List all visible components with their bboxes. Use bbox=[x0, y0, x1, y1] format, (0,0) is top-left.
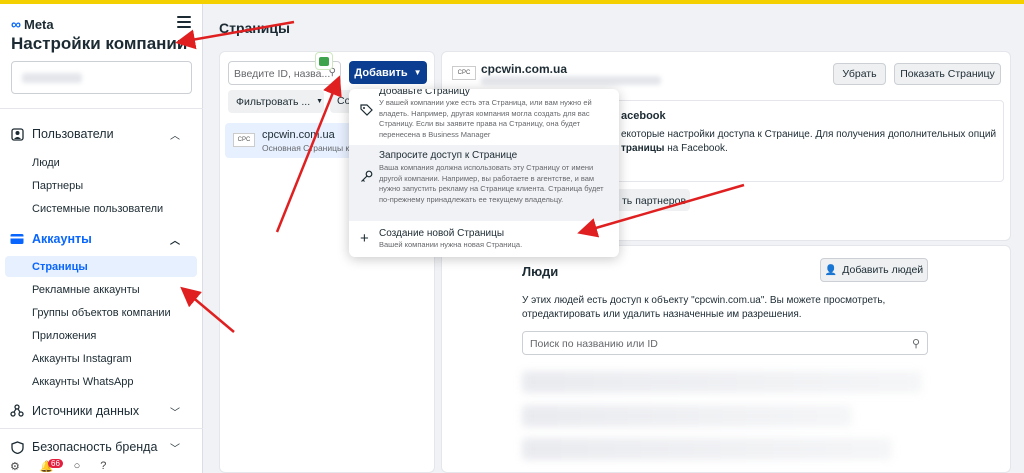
menu-item-title: Создание новой Страницы bbox=[379, 228, 505, 239]
add-button[interactable]: Добавить ▼ bbox=[349, 61, 427, 84]
people-title: Люди bbox=[522, 264, 559, 279]
show-page-button[interactable]: Показать Страницу bbox=[894, 63, 1001, 85]
search-icon[interactable]: ○ bbox=[74, 460, 81, 473]
sort-button[interactable]: Со bbox=[330, 90, 350, 113]
sidebar-item-people[interactable]: Люди bbox=[5, 152, 197, 173]
notification-badge: 66 bbox=[48, 459, 63, 468]
remove-button[interactable]: Убрать bbox=[833, 63, 886, 85]
table-row bbox=[522, 438, 892, 460]
accounts-icon bbox=[10, 232, 24, 246]
plus-icon: + bbox=[360, 230, 369, 247]
people-search-placeholder: Поиск по названию или ID bbox=[530, 338, 658, 350]
sidebar-item-ad-accounts[interactable]: Рекламные аккаунты bbox=[5, 279, 197, 300]
menu-item-description: Вашей компании нужна новая Страница. bbox=[379, 240, 523, 249]
menu-item-description: Ваша компания должна использовать эту Ст… bbox=[379, 163, 604, 204]
table-row bbox=[522, 371, 922, 393]
add-button-label: Добавить bbox=[354, 66, 408, 79]
divider bbox=[0, 428, 203, 429]
menu-item-title: Добавьте Страницу bbox=[379, 89, 470, 97]
page-title: Настройки компании bbox=[11, 34, 188, 53]
key-icon bbox=[360, 170, 373, 186]
page-name: cpcwin.com.ua bbox=[262, 129, 335, 141]
search-icon: ⚲ bbox=[911, 338, 920, 350]
menu-item-request-access[interactable]: Запросите доступ к Странице Ваша компани… bbox=[349, 145, 619, 221]
page-logo: CPC bbox=[233, 133, 255, 147]
filter-button-label: Фильтровать ... bbox=[236, 95, 311, 108]
menu-item-description: У вашей компании уже есть эта Страница, … bbox=[379, 98, 592, 139]
detail-page-logo: CPC bbox=[452, 66, 476, 80]
sidebar-item-system-users[interactable]: Системные пользователи bbox=[5, 198, 197, 219]
caret-down-icon: ▼ bbox=[413, 68, 422, 77]
sidebar-section-label: Аккаунты bbox=[32, 232, 92, 246]
meta-logo[interactable]: ∞ Meta bbox=[11, 16, 54, 32]
add-people-button[interactable]: 👤 Добавить людей bbox=[820, 258, 928, 282]
sidebar-item-instagram[interactable]: Аккаунты Instagram bbox=[5, 348, 197, 369]
people-search-input[interactable]: Поиск по названию или ID ⚲ bbox=[522, 331, 928, 355]
search-placeholder: Введите ID, назва... bbox=[234, 68, 331, 80]
notice-title: acebook bbox=[621, 110, 666, 122]
sidebar-item-partners[interactable]: Партнеры bbox=[5, 175, 197, 196]
people-description: отредактировать или удалить назначенные … bbox=[522, 309, 802, 320]
chevron-down-icon: ﹀ bbox=[170, 444, 180, 455]
add-people-label: Добавить людей bbox=[842, 264, 924, 276]
main-title: Страницы bbox=[219, 20, 290, 36]
help-icon[interactable]: ? bbox=[100, 460, 106, 473]
gear-icon[interactable]: ⚙ bbox=[10, 460, 20, 473]
sidebar-section-brand-safety[interactable]: Безопасность бренда ﹀ bbox=[10, 437, 190, 457]
chevron-up-icon: ︿ bbox=[170, 236, 180, 247]
sidebar-section-data-sources[interactable]: Источники данных ﹀ bbox=[10, 401, 190, 421]
menu-item-create-page[interactable]: + Создание новой Страницы Вашей компании… bbox=[349, 223, 619, 257]
sidebar-section-users[interactable]: Пользователи ︿ bbox=[10, 124, 190, 144]
page-subtitle: Основная Страницы ко bbox=[262, 143, 354, 153]
sidebar-item-asset-groups[interactable]: Группы объектов компании bbox=[5, 302, 197, 323]
filter-button[interactable]: Фильтровать ... ▼ bbox=[228, 90, 324, 113]
divider bbox=[0, 108, 203, 109]
sidebar-section-label: Безопасность бренда bbox=[32, 440, 158, 454]
table-row bbox=[522, 405, 852, 427]
robot-helper-icon[interactable] bbox=[315, 52, 333, 70]
menu-item-title: Запросите доступ к Странице bbox=[379, 150, 518, 161]
chevron-down-icon: ﹀ bbox=[170, 408, 180, 419]
tag-icon bbox=[360, 104, 373, 120]
sidebar-item-whatsapp[interactable]: Аккаунты WhatsApp bbox=[5, 371, 197, 392]
notice-text: екоторые настройки доступа к Странице. Д… bbox=[621, 129, 997, 140]
add-dropdown-menu: Добавьте Страницу У вашей компании уже е… bbox=[349, 89, 619, 257]
data-sources-icon bbox=[10, 404, 24, 418]
shield-icon bbox=[10, 440, 24, 454]
sidebar-item-apps[interactable]: Приложения bbox=[5, 325, 197, 346]
company-selector[interactable] bbox=[11, 61, 192, 94]
sidebar-section-label: Пользователи bbox=[32, 127, 114, 141]
caret-down-icon: ▼ bbox=[316, 98, 324, 105]
detail-page-id-blurred bbox=[481, 76, 661, 85]
detail-page-name: cpcwin.com.ua bbox=[481, 62, 568, 76]
notice-text: траницы на Facebook. bbox=[621, 143, 728, 154]
meta-logo-text: Meta bbox=[23, 16, 54, 32]
sidebar-section-accounts[interactable]: Аккаунты ︿ bbox=[10, 229, 190, 249]
users-icon bbox=[10, 127, 24, 141]
hamburger-menu-icon[interactable] bbox=[177, 16, 191, 28]
meta-infinity-icon: ∞ bbox=[11, 16, 21, 32]
menu-item-add-page[interactable]: Добавьте Страницу У вашей компании уже е… bbox=[349, 89, 619, 142]
sidebar-item-pages[interactable]: Страницы bbox=[5, 256, 197, 277]
people-description: У этих людей есть доступ к объекту "cpcw… bbox=[522, 295, 886, 306]
chevron-up-icon: ︿ bbox=[170, 131, 180, 142]
add-person-icon: 👤 bbox=[824, 264, 838, 276]
sidebar-section-label: Источники данных bbox=[32, 404, 140, 418]
